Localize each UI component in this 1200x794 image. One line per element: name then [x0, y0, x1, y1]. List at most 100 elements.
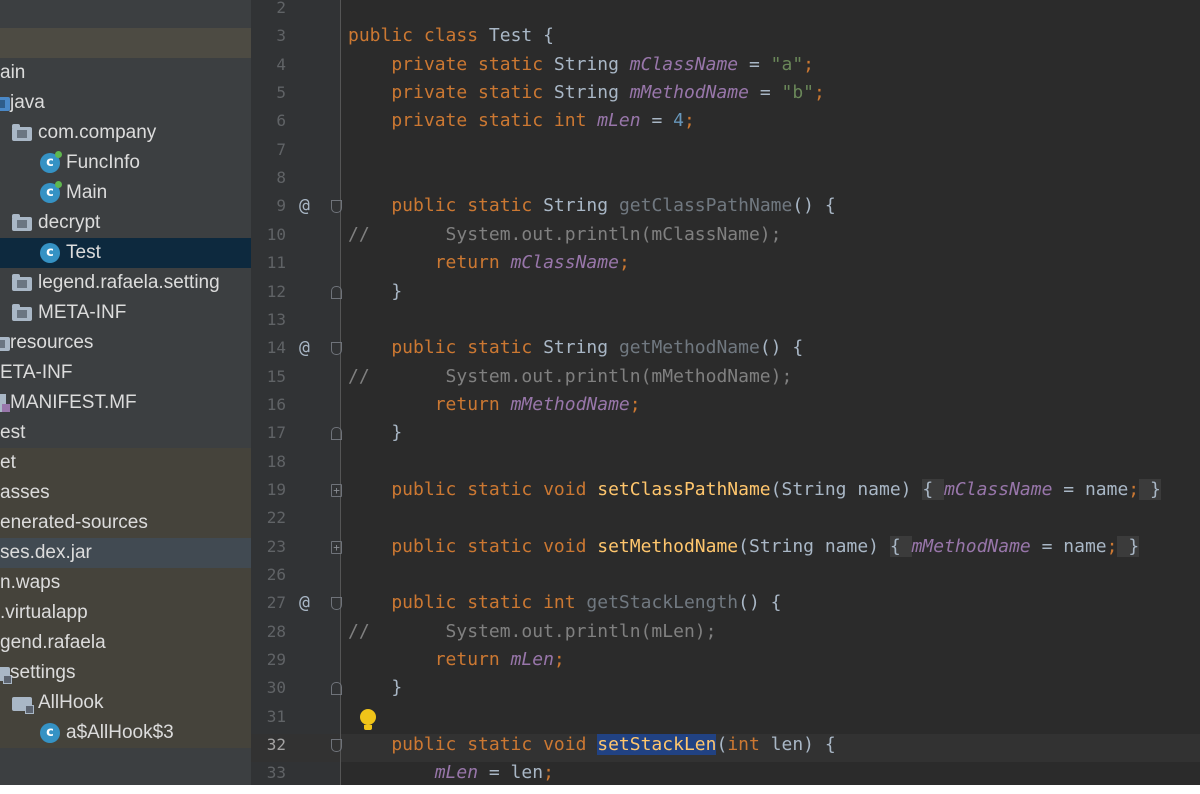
code-token: return	[348, 649, 511, 670]
code-token: getMethodName	[618, 337, 760, 358]
code-token: (String name)	[738, 536, 880, 557]
code-text: public static String getMethodName() {	[348, 334, 803, 362]
line-number: 27	[266, 593, 286, 612]
code-token: ;	[814, 82, 825, 103]
code-text: return mClassName;	[348, 249, 630, 277]
code-token: ;	[1106, 536, 1118, 557]
fold-marker-icon[interactable]	[331, 427, 342, 440]
code-token: public static int	[348, 592, 587, 613]
code-token: }	[1117, 536, 1140, 557]
code-token: ;	[803, 54, 815, 75]
code-line[interactable]: 29 return mLen;	[0, 646, 1200, 674]
code-line[interactable]: 33 mLen = len;	[0, 759, 1200, 787]
code-line[interactable]: 27 @ public static int getStackLength() {	[0, 589, 1200, 617]
code-token: = len	[478, 762, 544, 783]
fold-marker-icon[interactable]	[331, 682, 342, 695]
code-token: String	[553, 54, 630, 75]
code-text: public static void setStackLen(int len) …	[348, 731, 836, 759]
code-token: mMethodName	[510, 394, 630, 415]
fold-marker-icon[interactable]	[331, 200, 342, 213]
code-text: return mLen;	[348, 646, 565, 674]
fold-expand-icon[interactable]	[331, 534, 342, 562]
code-line[interactable]: 10 // System.out.println(mClassName);	[0, 221, 1200, 249]
code-token: () {	[759, 337, 804, 358]
code-line[interactable]: 6 private static int mLen = 4;	[0, 107, 1200, 135]
line-number: 22	[266, 508, 286, 527]
line-number: 11	[266, 253, 286, 272]
code-token: public class	[348, 25, 489, 46]
code-text: public static int getStackLength() {	[348, 589, 782, 617]
code-text: public class Test {	[348, 22, 554, 50]
code-token: }	[348, 422, 403, 443]
code-token: "b"	[781, 82, 815, 103]
code-token: return	[348, 394, 511, 415]
code-token: public static	[348, 195, 544, 216]
code-line[interactable]: 17 }	[0, 419, 1200, 447]
lightbulb-icon[interactable]	[360, 709, 376, 733]
code-line[interactable]: 30 }	[0, 674, 1200, 702]
code-line[interactable]: 16 return mMethodName;	[0, 391, 1200, 419]
code-line[interactable]: 5 private static String mMethodName = "b…	[0, 79, 1200, 107]
code-line[interactable]: 9 @ public static String getClassPathName…	[0, 192, 1200, 220]
code-line[interactable]: 3 public class Test {	[0, 22, 1200, 50]
code-text: public static void setMethodName(String …	[348, 533, 1140, 561]
code-line[interactable]: 18	[0, 448, 1200, 476]
code-line[interactable]: 8	[0, 164, 1200, 192]
code-token: () {	[792, 195, 836, 216]
line-number: 31	[266, 707, 286, 726]
code-text: }	[348, 419, 402, 447]
code-line[interactable]: 15 // System.out.println(mMethodName);	[0, 363, 1200, 391]
code-line[interactable]: 19 public static void setClassPathName(S…	[0, 476, 1200, 505]
override-annotation-icon[interactable]: @	[299, 589, 310, 617]
fold-marker-icon[interactable]	[331, 739, 342, 752]
code-token: {	[922, 479, 945, 500]
fold-marker-icon[interactable]	[331, 286, 342, 299]
code-line[interactable]: 31	[0, 703, 1200, 731]
code-token: mLen	[348, 762, 479, 783]
code-line[interactable]: 12 }	[0, 278, 1200, 306]
code-text: mLen = len;	[348, 759, 554, 787]
line-number: 12	[266, 282, 286, 301]
line-number: 2	[276, 0, 286, 17]
line-number: 5	[276, 83, 286, 102]
line-number: 14	[266, 338, 286, 357]
code-token: mMethodName	[629, 82, 749, 103]
code-line[interactable]: 22	[0, 504, 1200, 532]
line-number: 30	[266, 678, 286, 697]
line-number: 26	[266, 565, 286, 584]
code-token: ;	[553, 649, 565, 670]
code-token: private static int	[348, 110, 598, 131]
code-text: return mMethodName;	[348, 391, 641, 419]
code-text: public static String getClassPathName() …	[348, 192, 836, 220]
code-line[interactable]: 14 @ public static String getMethodName()…	[0, 334, 1200, 362]
code-token: public static void	[348, 734, 598, 755]
override-annotation-icon[interactable]: @	[299, 192, 310, 220]
code-text: }	[348, 674, 402, 702]
code-token: mClassName	[944, 479, 1053, 500]
code-token: mClassName	[510, 252, 619, 273]
code-token: {	[889, 536, 912, 557]
code-line[interactable]: 23 public static void setMethodName(Stri…	[0, 533, 1200, 562]
code-line[interactable]: 13	[0, 306, 1200, 334]
code-line[interactable]: 28 // System.out.println(mLen);	[0, 618, 1200, 646]
fold-expand-icon[interactable]	[331, 477, 342, 505]
code-token: ;	[683, 110, 695, 131]
code-token: ;	[618, 252, 630, 273]
code-token: () {	[738, 592, 782, 613]
override-annotation-icon[interactable]: @	[299, 334, 310, 362]
fold-marker-icon[interactable]	[331, 597, 342, 610]
code-token: mLen	[597, 110, 641, 131]
code-line[interactable]: 32 public static void setStackLen(int le…	[0, 731, 1200, 759]
code-line[interactable]: 7	[0, 136, 1200, 164]
code-token: len) {	[770, 734, 836, 755]
code-line[interactable]: 11 return mClassName;	[0, 249, 1200, 277]
code-text: }	[348, 278, 402, 306]
code-token: // System.out.println(mClassName);	[348, 224, 782, 245]
code-token: // System.out.println(mMethodName);	[348, 366, 793, 387]
code-line[interactable]: 2	[0, 0, 1200, 22]
fold-marker-icon[interactable]	[331, 342, 342, 355]
code-token: "a"	[770, 54, 804, 75]
code-line[interactable]: 4 private static String mClassName = "a"…	[0, 51, 1200, 79]
lightbulb-glass	[360, 709, 376, 725]
code-line[interactable]: 26	[0, 561, 1200, 589]
